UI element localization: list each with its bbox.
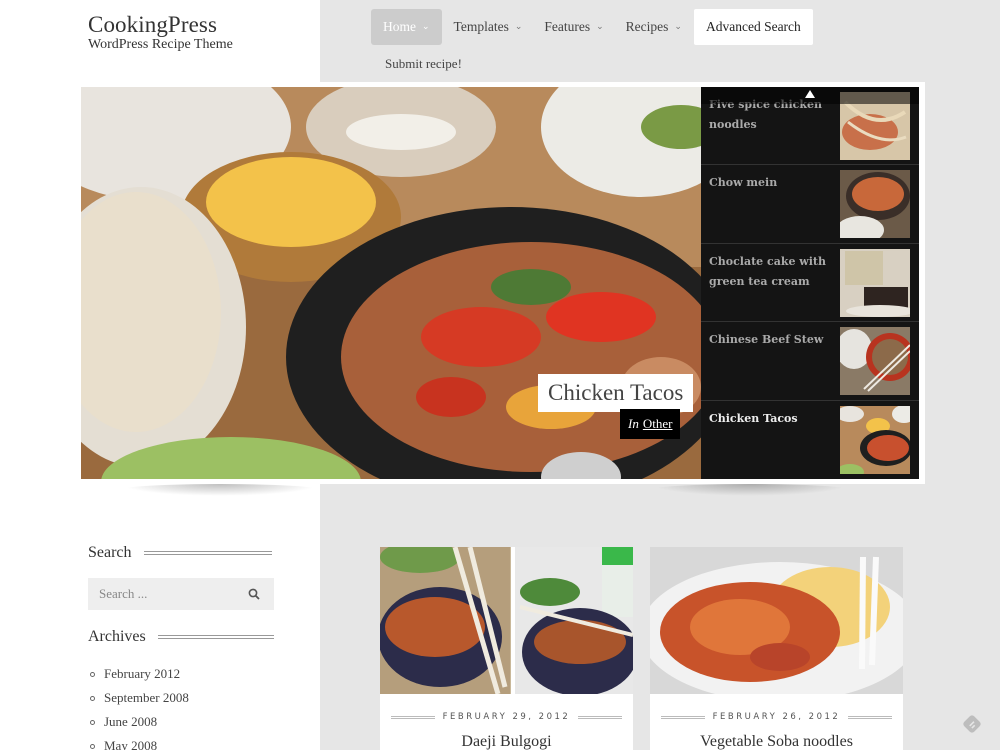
search-icon[interactable]	[248, 588, 260, 600]
thumb-image	[840, 248, 910, 317]
post-title[interactable]: Vegetable Soba noodles	[650, 733, 903, 750]
search-form	[88, 578, 274, 610]
slide-image[interactable]	[81, 87, 701, 479]
slide-category: In Other	[620, 409, 681, 439]
nav-item-home[interactable]: Home ⌄	[371, 9, 442, 45]
bullet-icon	[90, 671, 95, 677]
archive-item[interactable]: May 2008	[90, 734, 189, 750]
slide-title[interactable]: Chicken Tacos	[538, 374, 694, 412]
post-thumbnail[interactable]	[650, 547, 903, 694]
thumb-label: Choclate cake with green tea cream	[709, 254, 827, 288]
post-date: FEBRUARY 26, 2012	[650, 712, 903, 722]
slider-thumb-item[interactable]: Chow mein	[701, 165, 919, 244]
nav-item-features[interactable]: Features ⌄	[534, 9, 613, 45]
nav-item-label: Recipes	[625, 19, 669, 34]
nav-item-recipes[interactable]: Recipes ⌄	[616, 9, 692, 45]
date-rule	[390, 715, 435, 719]
widget-title-text: Search	[88, 544, 132, 561]
nav-item-advanced-search[interactable]: Advanced Search	[693, 9, 813, 45]
slider-thumb-item[interactable]: Choclate cake with green tea cream	[701, 244, 919, 323]
archive-item[interactable]: September 2008	[90, 686, 189, 710]
slider-thumb-item[interactable]: Chicken Tacos	[701, 401, 919, 479]
nav-item-label: Home	[383, 19, 416, 34]
bullet-icon	[90, 695, 95, 701]
slider-thumb-item[interactable]: Chinese Beef Stew	[701, 322, 919, 401]
chevron-down-icon: ⌄	[422, 20, 430, 31]
chevron-down-icon: ⌄	[514, 20, 523, 31]
site-tagline: WordPress Recipe Theme	[88, 37, 233, 52]
post-card: FEBRUARY 29, 2012 Daeji Bulgogi	[380, 547, 633, 750]
category-link[interactable]: Other	[643, 416, 673, 432]
thumb-image	[840, 405, 910, 474]
thumb-label: Chicken Tacos	[709, 411, 798, 425]
date-rule	[848, 715, 893, 719]
nav-item-submit-recipe[interactable]: Submit recipe!	[385, 56, 462, 72]
widget-search-title: Search	[88, 544, 272, 562]
chevron-down-icon: ⌄	[674, 20, 682, 31]
thumb-scroll-up-button[interactable]	[701, 87, 919, 104]
widget-archives-title: Archives	[88, 628, 274, 646]
nav-item-label: Advanced Search	[705, 19, 801, 34]
chevron-down-icon: ⌄	[596, 20, 604, 31]
widget-title-rule	[157, 635, 274, 639]
thumb-label: Chow mein	[709, 176, 778, 190]
date-rule	[578, 715, 623, 719]
archive-link[interactable]: May 2008	[104, 738, 157, 750]
category-prefix: In	[628, 416, 639, 431]
slider-shadow	[120, 484, 320, 496]
nav-item-label: Features	[544, 19, 591, 34]
widget-title-rule	[143, 551, 272, 555]
site-title[interactable]: CookingPress	[88, 12, 217, 38]
date-rule	[660, 715, 705, 719]
post-date: FEBRUARY 29, 2012	[380, 712, 633, 722]
archive-link[interactable]: September 2008	[104, 690, 189, 706]
archive-item[interactable]: February 2012	[90, 662, 189, 686]
post-photo	[380, 547, 633, 694]
archive-item[interactable]: June 2008	[90, 710, 189, 734]
main-nav: Home ⌄ Templates ⌄ Features ⌄ Recipes ⌄ …	[371, 9, 815, 45]
post-title[interactable]: Daeji Bulgogi	[380, 733, 633, 750]
slider-shadow	[650, 484, 850, 496]
feedly-icon[interactable]	[961, 713, 983, 735]
post-card: FEBRUARY 26, 2012 Vegetable Soba noodles	[650, 547, 903, 750]
nav-item-label: Templates	[453, 19, 509, 34]
nav-item-templates[interactable]: Templates ⌄	[444, 9, 533, 45]
post-thumbnail[interactable]	[380, 547, 633, 694]
post-date-text: FEBRUARY 29, 2012	[442, 712, 571, 722]
bullet-icon	[90, 719, 95, 725]
archive-list: February 2012 September 2008 June 2008 M…	[90, 662, 189, 750]
widget-title-text: Archives	[88, 628, 146, 645]
thumb-image	[840, 327, 910, 396]
post-photo	[650, 547, 903, 694]
search-input[interactable]	[99, 586, 239, 602]
post-date-text: FEBRUARY 26, 2012	[712, 712, 841, 722]
archive-link[interactable]: June 2008	[104, 714, 157, 730]
slider-thumb-list: Five spice chicken noodles Chow mein Cho…	[701, 87, 919, 479]
bullet-icon	[90, 743, 95, 749]
thumb-label: Chinese Beef Stew	[709, 333, 824, 347]
archive-link[interactable]: February 2012	[104, 666, 180, 682]
slide-photo	[81, 87, 701, 479]
triangle-up-icon	[805, 90, 815, 98]
thumb-image	[840, 170, 910, 239]
